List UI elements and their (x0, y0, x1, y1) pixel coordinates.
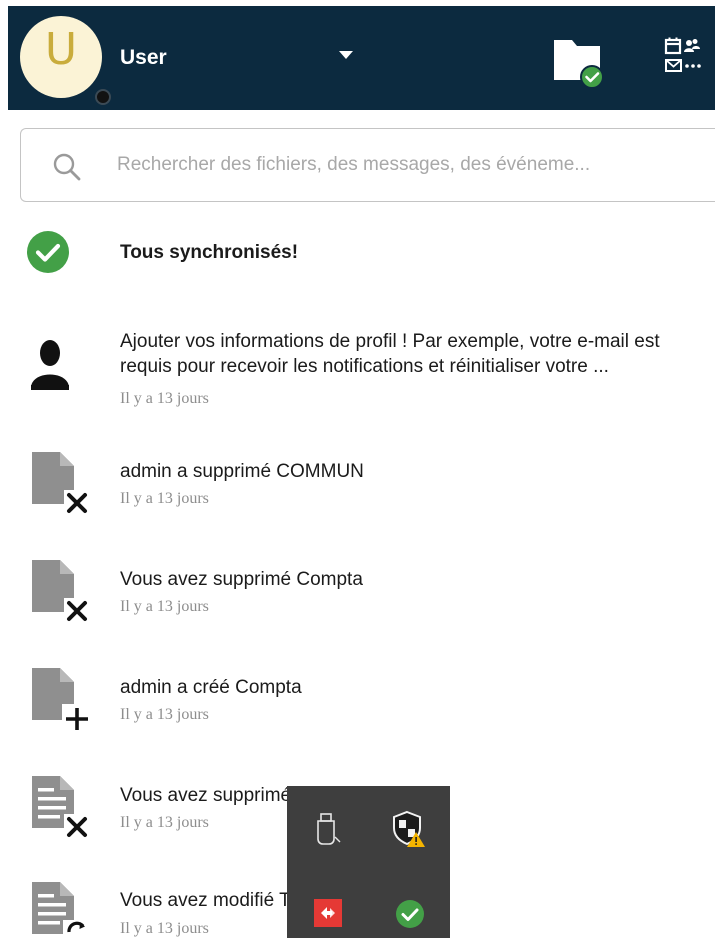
search-input[interactable] (117, 143, 707, 187)
system-tray-overflow (287, 786, 450, 938)
apps-menu-button[interactable] (656, 34, 715, 90)
sync-ok-icon[interactable] (394, 898, 426, 930)
person-icon (31, 340, 69, 390)
check-circle-icon (27, 231, 69, 273)
list-item[interactable]: admin a supprimé COMMUN Il y a 13 jours (0, 450, 715, 520)
text-file-delete-icon (32, 776, 90, 838)
list-item[interactable]: Vous avez supprimé Compta Il y a 13 jour… (0, 558, 715, 628)
text-file-sync-icon (32, 882, 91, 938)
avatar[interactable]: U (20, 16, 116, 110)
chevron-down-icon[interactable] (339, 51, 353, 59)
search-icon (53, 153, 81, 181)
usb-drive-icon[interactable] (313, 812, 343, 846)
activity-time: Il y a 13 jours (120, 598, 209, 615)
remote-access-icon[interactable] (313, 898, 343, 928)
list-item[interactable]: Ajouter vos informations de profil ! Par… (0, 326, 715, 416)
security-warning-icon[interactable] (391, 810, 427, 848)
activity-time: Il y a 13 jours (120, 706, 209, 723)
activity-text: admin a supprimé COMMUN (120, 461, 364, 482)
activity-text: admin a créé Compta (120, 677, 302, 698)
list-item[interactable]: admin a créé Compta Il y a 13 jours (0, 666, 715, 736)
activity-time: Il y a 13 jours (120, 490, 209, 507)
avatar-letter: U (44, 24, 78, 75)
file-delete-icon (32, 560, 90, 622)
activity-time: Il y a 13 jours (120, 814, 209, 831)
open-folder-button[interactable] (548, 34, 608, 90)
file-delete-icon (32, 452, 90, 514)
app-header: U User (8, 6, 715, 110)
user-name[interactable]: User (120, 46, 167, 70)
apps-icon (664, 37, 701, 72)
activity-text: Vous avez supprimé Compta (120, 569, 363, 590)
sync-status-label: Tous synchronisés! (120, 242, 299, 263)
activity-time: Il y a 13 jours (120, 920, 209, 937)
folder-sync-icon (554, 40, 604, 89)
search-bar (20, 128, 715, 202)
activity-text: Ajouter vos informations de profil ! Par… (120, 331, 660, 377)
activity-time: Il y a 13 jours (120, 390, 209, 407)
user-status-icon[interactable] (90, 84, 116, 110)
file-add-icon (32, 668, 92, 734)
sync-status-row: Tous synchronisés! (0, 226, 715, 282)
